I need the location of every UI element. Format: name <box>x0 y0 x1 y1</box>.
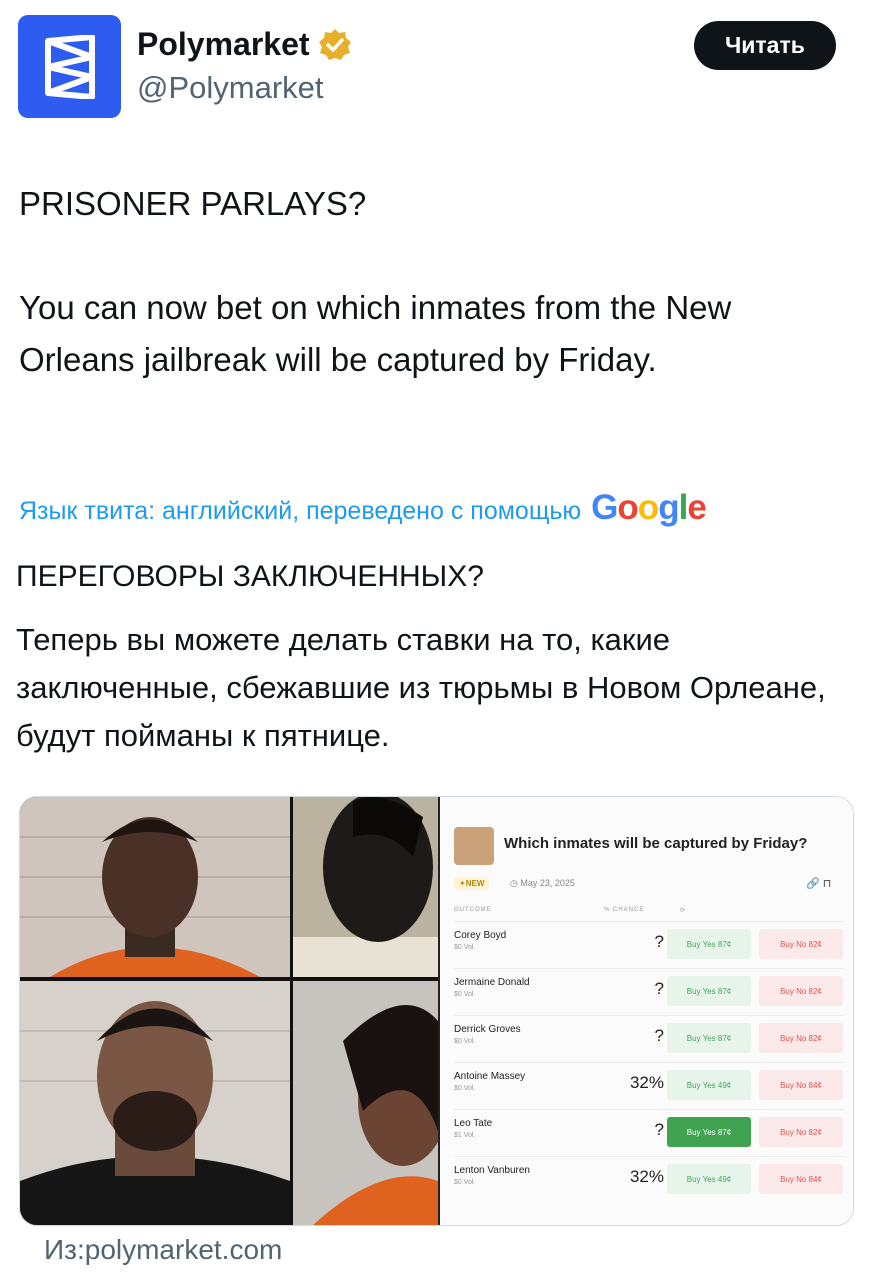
refresh-icon: ⟳ <box>680 908 686 914</box>
new-badge: ✦NEW <box>454 877 490 890</box>
translation-notice-text[interactable]: Язык твита: английский, переведено с пом… <box>19 497 581 526</box>
outcome-name: Derrick Groves <box>454 1024 521 1035</box>
follow-button[interactable]: Читать <box>694 21 836 70</box>
outcome-volume: $1 Vol. <box>454 1132 476 1139</box>
mugshot-photo <box>20 797 290 977</box>
table-row: Corey Boyd $0 Vol. ? Buy Yes 87¢ Buy No … <box>454 921 844 968</box>
mugshot-photo <box>293 797 438 977</box>
table-row: Leo Tate $1 Vol. ? Buy Yes 87¢ Buy No 82… <box>454 1109 844 1156</box>
tweet-text: PRISONER PARLAYS? You can now bet on whi… <box>19 178 819 386</box>
column-chance: % CHANCE <box>604 907 645 913</box>
outcome-chance: 32% <box>629 1073 664 1092</box>
buy-no-button: Buy No 82¢ <box>759 929 843 959</box>
buy-yes-button: Buy Yes 87¢ <box>667 1023 751 1053</box>
buy-no-button: Buy No 82¢ <box>759 976 843 1006</box>
market-screenshot: Which inmates will be captured by Friday… <box>438 797 853 1225</box>
link-source[interactable]: Из:polymarket.com <box>44 1234 282 1266</box>
translation-notice[interactable]: Язык твита: английский, переведено с пом… <box>19 488 707 528</box>
translated-title: ПЕРЕГОВОРЫ ЗАКЛЮЧЕННЫХ? <box>16 560 484 593</box>
outcome-volume: $0 Vol. <box>454 1085 476 1092</box>
table-row: Jermaine Donald $0 Vol. ? Buy Yes 87¢ Bu… <box>454 968 844 1015</box>
clock-icon: ◷ <box>510 878 521 888</box>
outcome-volume: $0 Vol. <box>454 1179 476 1186</box>
buy-yes-button: Buy Yes 87¢ <box>667 976 751 1006</box>
outcome-volume: $0 Vol. <box>454 991 476 998</box>
outcome-name: Corey Boyd <box>454 930 507 941</box>
table-row: Lenton Vanburen $0 Vol. 32% Buy Yes 49¢ … <box>454 1156 844 1203</box>
share-bookmark-icons: 🔗 ⊓ <box>806 878 832 890</box>
outcome-chance: ? <box>654 932 664 951</box>
outcome-name: Lenton Vanburen <box>454 1165 530 1176</box>
avatar[interactable] <box>18 15 121 118</box>
account-handle[interactable]: @Polymarket <box>137 70 324 106</box>
buy-no-button: Buy No 82¢ <box>759 1023 843 1053</box>
polymarket-logo-icon <box>44 34 95 99</box>
account-name-row[interactable]: Polymarket <box>137 26 352 63</box>
mugshot-collage <box>20 797 438 1225</box>
verified-badge-icon <box>318 28 351 60</box>
translated-body: Теперь вы можете делать ставки на то, ка… <box>16 622 826 753</box>
market-thumbnail <box>454 827 494 865</box>
outcome-name: Antoine Massey <box>454 1071 526 1082</box>
outcome-chance: ? <box>654 1120 664 1139</box>
google-logo: Google <box>591 488 707 527</box>
outcome-chance: ? <box>654 1026 664 1045</box>
buy-no-button: Buy No 84¢ <box>759 1164 843 1194</box>
link-card[interactable]: Which inmates will be captured by Friday… <box>19 796 854 1226</box>
mugshot-photo <box>20 981 290 1225</box>
market-title: Which inmates will be captured by Friday… <box>504 835 808 852</box>
outcome-name: Jermaine Donald <box>454 977 530 988</box>
buy-yes-button: Buy Yes 49¢ <box>667 1070 751 1100</box>
column-outcome: OUTCOME <box>454 907 492 913</box>
buy-no-button: Buy No 82¢ <box>759 1117 843 1147</box>
buy-no-button: Buy No 84¢ <box>759 1070 843 1100</box>
buy-yes-button: Buy Yes 87¢ <box>667 929 751 959</box>
buy-yes-button: Buy Yes 49¢ <box>667 1164 751 1194</box>
outcome-volume: $0 Vol. <box>454 944 476 951</box>
outcome-volume: $0 Vol. <box>454 1038 476 1045</box>
mugshot-photo <box>293 981 438 1225</box>
market-date: ◷ May 23, 2025 <box>510 878 575 888</box>
table-row: Derrick Groves $0 Vol. ? Buy Yes 87¢ Buy… <box>454 1015 844 1062</box>
account-name[interactable]: Polymarket <box>137 26 310 63</box>
tweet-title: PRISONER PARLAYS? <box>19 185 367 222</box>
buy-yes-button: Buy Yes 87¢ <box>667 1117 751 1147</box>
outcome-chance: 32% <box>629 1167 664 1186</box>
tweet-body: You can now bet on which inmates from th… <box>19 289 732 378</box>
table-row: Antoine Massey $0 Vol. 32% Buy Yes 49¢ B… <box>454 1062 844 1109</box>
outcome-chance: ? <box>654 979 664 998</box>
outcome-name: Leo Tate <box>454 1118 493 1129</box>
